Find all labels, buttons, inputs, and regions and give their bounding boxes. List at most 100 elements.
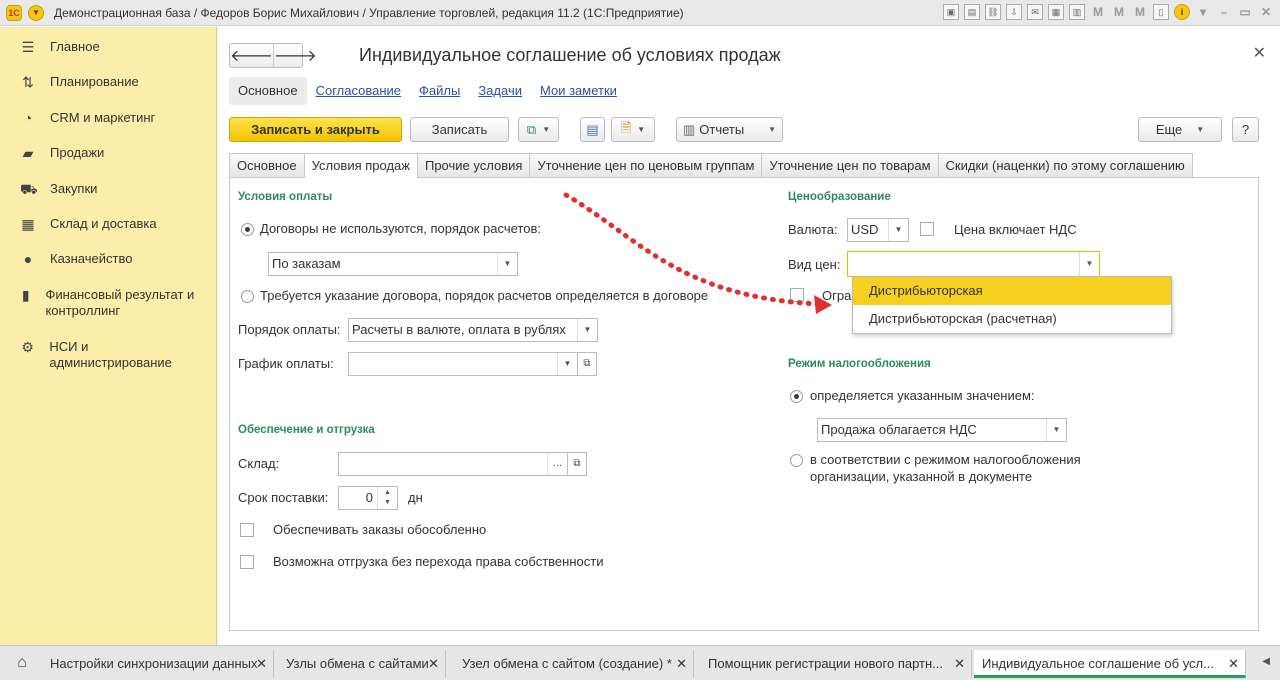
taskbar-item[interactable]: Узлы обмена с сайтами ✕: [278, 650, 446, 678]
chevron-down-icon[interactable]: ▼: [888, 219, 908, 241]
dropdown-option[interactable]: Дистрибьюторская (расчетная): [853, 305, 1171, 333]
sidebar-item-main[interactable]: ☰ Главное: [0, 32, 216, 67]
back-arrow-icon[interactable]: 🡐: [230, 44, 273, 67]
chevron-down-icon[interactable]: ▼: [1079, 252, 1099, 276]
section-tab-tasks[interactable]: Задачи: [469, 77, 531, 105]
tax-mode-select[interactable]: Продажа облагается НДС ▼: [817, 418, 1067, 442]
tab-price-groups[interactable]: Уточнение цен по ценовым группам: [529, 153, 763, 177]
payment-schedule-select[interactable]: ▼: [348, 352, 578, 376]
separate-orders-checkbox[interactable]: [240, 523, 254, 537]
close-icon[interactable]: ✕: [676, 650, 687, 678]
select-dots-icon[interactable]: ...: [547, 453, 567, 475]
chevron-down-icon[interactable]: ▾: [1195, 4, 1211, 20]
tab-discounts[interactable]: Скидки (наценки) по этому соглашению: [937, 153, 1193, 177]
delivery-term-label: Срок поставки:: [238, 490, 329, 505]
main-menu-icon[interactable]: ▼: [28, 4, 44, 21]
contract-required-radio[interactable]: [241, 290, 254, 303]
maximize-icon[interactable]: ▭: [1237, 4, 1253, 20]
currency-select[interactable]: USD ▼: [847, 218, 909, 242]
close-icon[interactable]: ✕: [954, 650, 965, 678]
reports-button[interactable]: ▥ Отчеты ▼: [676, 117, 783, 142]
taskbar-item[interactable]: Настройки синхронизации данных ✕: [42, 650, 274, 678]
section-tab-files[interactable]: Файлы: [410, 77, 469, 105]
m-icon[interactable]: M: [1090, 4, 1106, 20]
document-structure-icon: ▤: [586, 121, 599, 137]
open-icon[interactable]: ⧉: [567, 452, 587, 476]
print-icon[interactable]: ▤: [964, 4, 980, 20]
section-tab-notes[interactable]: Мои заметки: [531, 77, 626, 105]
vat-included-checkbox[interactable]: [920, 222, 934, 236]
tax-org-radio[interactable]: [790, 454, 803, 467]
shipping-group-heading: Обеспечение и отгрузка: [238, 424, 375, 436]
minimize-icon[interactable]: –: [1216, 4, 1232, 20]
m-minus-icon[interactable]: M: [1132, 4, 1148, 20]
close-icon[interactable]: ✕: [256, 650, 267, 678]
tab-sales-conditions[interactable]: Условия продаж: [303, 153, 418, 178]
info-icon[interactable]: i: [1174, 4, 1190, 20]
sidebar-item-warehouse[interactable]: ▦ Склад и доставка: [0, 209, 216, 244]
forward-arrow-icon[interactable]: 🡒: [272, 44, 317, 67]
structure-button[interactable]: ▤: [580, 117, 605, 142]
calendar-icon[interactable]: ▥: [1069, 4, 1085, 20]
window-layout-icon[interactable]: ▯: [1153, 4, 1169, 20]
planning-icon: ⇅: [22, 74, 34, 91]
create-based-on-button[interactable]: ⧉ ▼: [518, 117, 559, 142]
download-icon[interactable]: ⇩: [1006, 4, 1022, 20]
open-icon[interactable]: ⧉: [577, 352, 597, 376]
annotation-arrow: [563, 192, 832, 314]
sidebar-item-sales[interactable]: ▰ Продажи: [0, 138, 216, 173]
tab-other-conditions[interactable]: Прочие условия: [416, 153, 531, 177]
price-type-select[interactable]: ▼: [847, 251, 1100, 277]
settlement-order-select[interactable]: По заказам ▼: [268, 252, 518, 276]
chevron-down-icon[interactable]: ▼: [1046, 419, 1066, 441]
taskbar-scroll-icon[interactable]: ◀: [1262, 656, 1270, 667]
calculator-icon[interactable]: ▦: [1048, 4, 1064, 20]
sidebar-item-planning[interactable]: ⇅ Планирование: [0, 67, 216, 102]
more-label: Еще: [1155, 122, 1183, 137]
app-logo[interactable]: 1С: [6, 4, 22, 21]
tax-specified-radio[interactable]: [790, 390, 803, 403]
stepper-icon[interactable]: ▲ ▼: [377, 487, 397, 509]
link-icon[interactable]: ⛓: [985, 4, 1001, 20]
payment-order-select[interactable]: Расчеты в валюте, оплата в рублях ▼: [348, 318, 598, 342]
save-and-close-button[interactable]: Записать и закрыть: [229, 117, 402, 142]
warehouse-field[interactable]: ...: [338, 452, 568, 476]
more-button[interactable]: Еще ▼: [1138, 117, 1222, 142]
no-contracts-radio[interactable]: [241, 223, 254, 236]
sidebar-item-crm[interactable]: ◔ CRM и маркетинг: [0, 103, 216, 138]
delivery-term-value: 0: [365, 490, 373, 505]
sidebar-item-label: Закупки: [50, 180, 98, 196]
close-icon[interactable]: ✕: [428, 650, 439, 678]
chevron-down-icon[interactable]: ▼: [497, 253, 517, 275]
close-icon[interactable]: ✕: [1228, 650, 1239, 675]
sidebar-item-treasury[interactable]: ● Казначейство: [0, 244, 216, 279]
tab-main[interactable]: Основное: [229, 153, 305, 177]
shipment-no-ownership-checkbox[interactable]: [240, 555, 254, 569]
taskbar-item-active[interactable]: Индивидуальное соглашение об усл... ✕: [974, 650, 1246, 678]
m-plus-icon[interactable]: M: [1111, 4, 1127, 20]
chevron-down-icon[interactable]: ▼: [557, 353, 577, 375]
help-button[interactable]: ?: [1232, 117, 1259, 142]
chevron-down-icon[interactable]: ▼: [577, 319, 597, 341]
section-tabs: Основное Согласование Файлы Задачи Мои з…: [229, 77, 626, 105]
sales-icon: ▰: [22, 145, 34, 162]
sidebar-item-admin[interactable]: ⚙ НСИ и администрирование: [0, 332, 216, 384]
home-icon[interactable]: ⌂: [8, 654, 36, 674]
taskbar-item[interactable]: Помощник регистрации нового партн... ✕: [700, 650, 972, 678]
close-form-icon[interactable]: ✕: [1253, 43, 1266, 63]
taskbar-item[interactable]: Узел обмена с сайтом (создание) * ✕: [454, 650, 694, 678]
chevron-down-icon: ▼: [542, 125, 551, 134]
print-button[interactable]: 🗎 ▼: [611, 117, 655, 142]
save-button[interactable]: Записать: [410, 117, 509, 142]
close-icon[interactable]: ✕: [1258, 4, 1274, 20]
sidebar-item-label: Финансовый результат и контроллинг: [45, 286, 195, 318]
sidebar-item-purchases[interactable]: ⛟ Закупки: [0, 174, 216, 209]
section-tab-main[interactable]: Основное: [229, 77, 307, 105]
save-icon[interactable]: ▣: [943, 4, 959, 20]
dropdown-option[interactable]: Дистрибьюторская: [853, 277, 1171, 305]
section-tab-approval[interactable]: Согласование: [307, 77, 410, 105]
sidebar-item-finance[interactable]: ▮ Финансовый результат и контроллинг: [0, 280, 216, 332]
tab-price-products[interactable]: Уточнение цен по товарам: [761, 153, 939, 177]
mail-icon[interactable]: ✉: [1027, 4, 1043, 20]
delivery-term-input[interactable]: 0 ▲ ▼: [338, 486, 398, 510]
